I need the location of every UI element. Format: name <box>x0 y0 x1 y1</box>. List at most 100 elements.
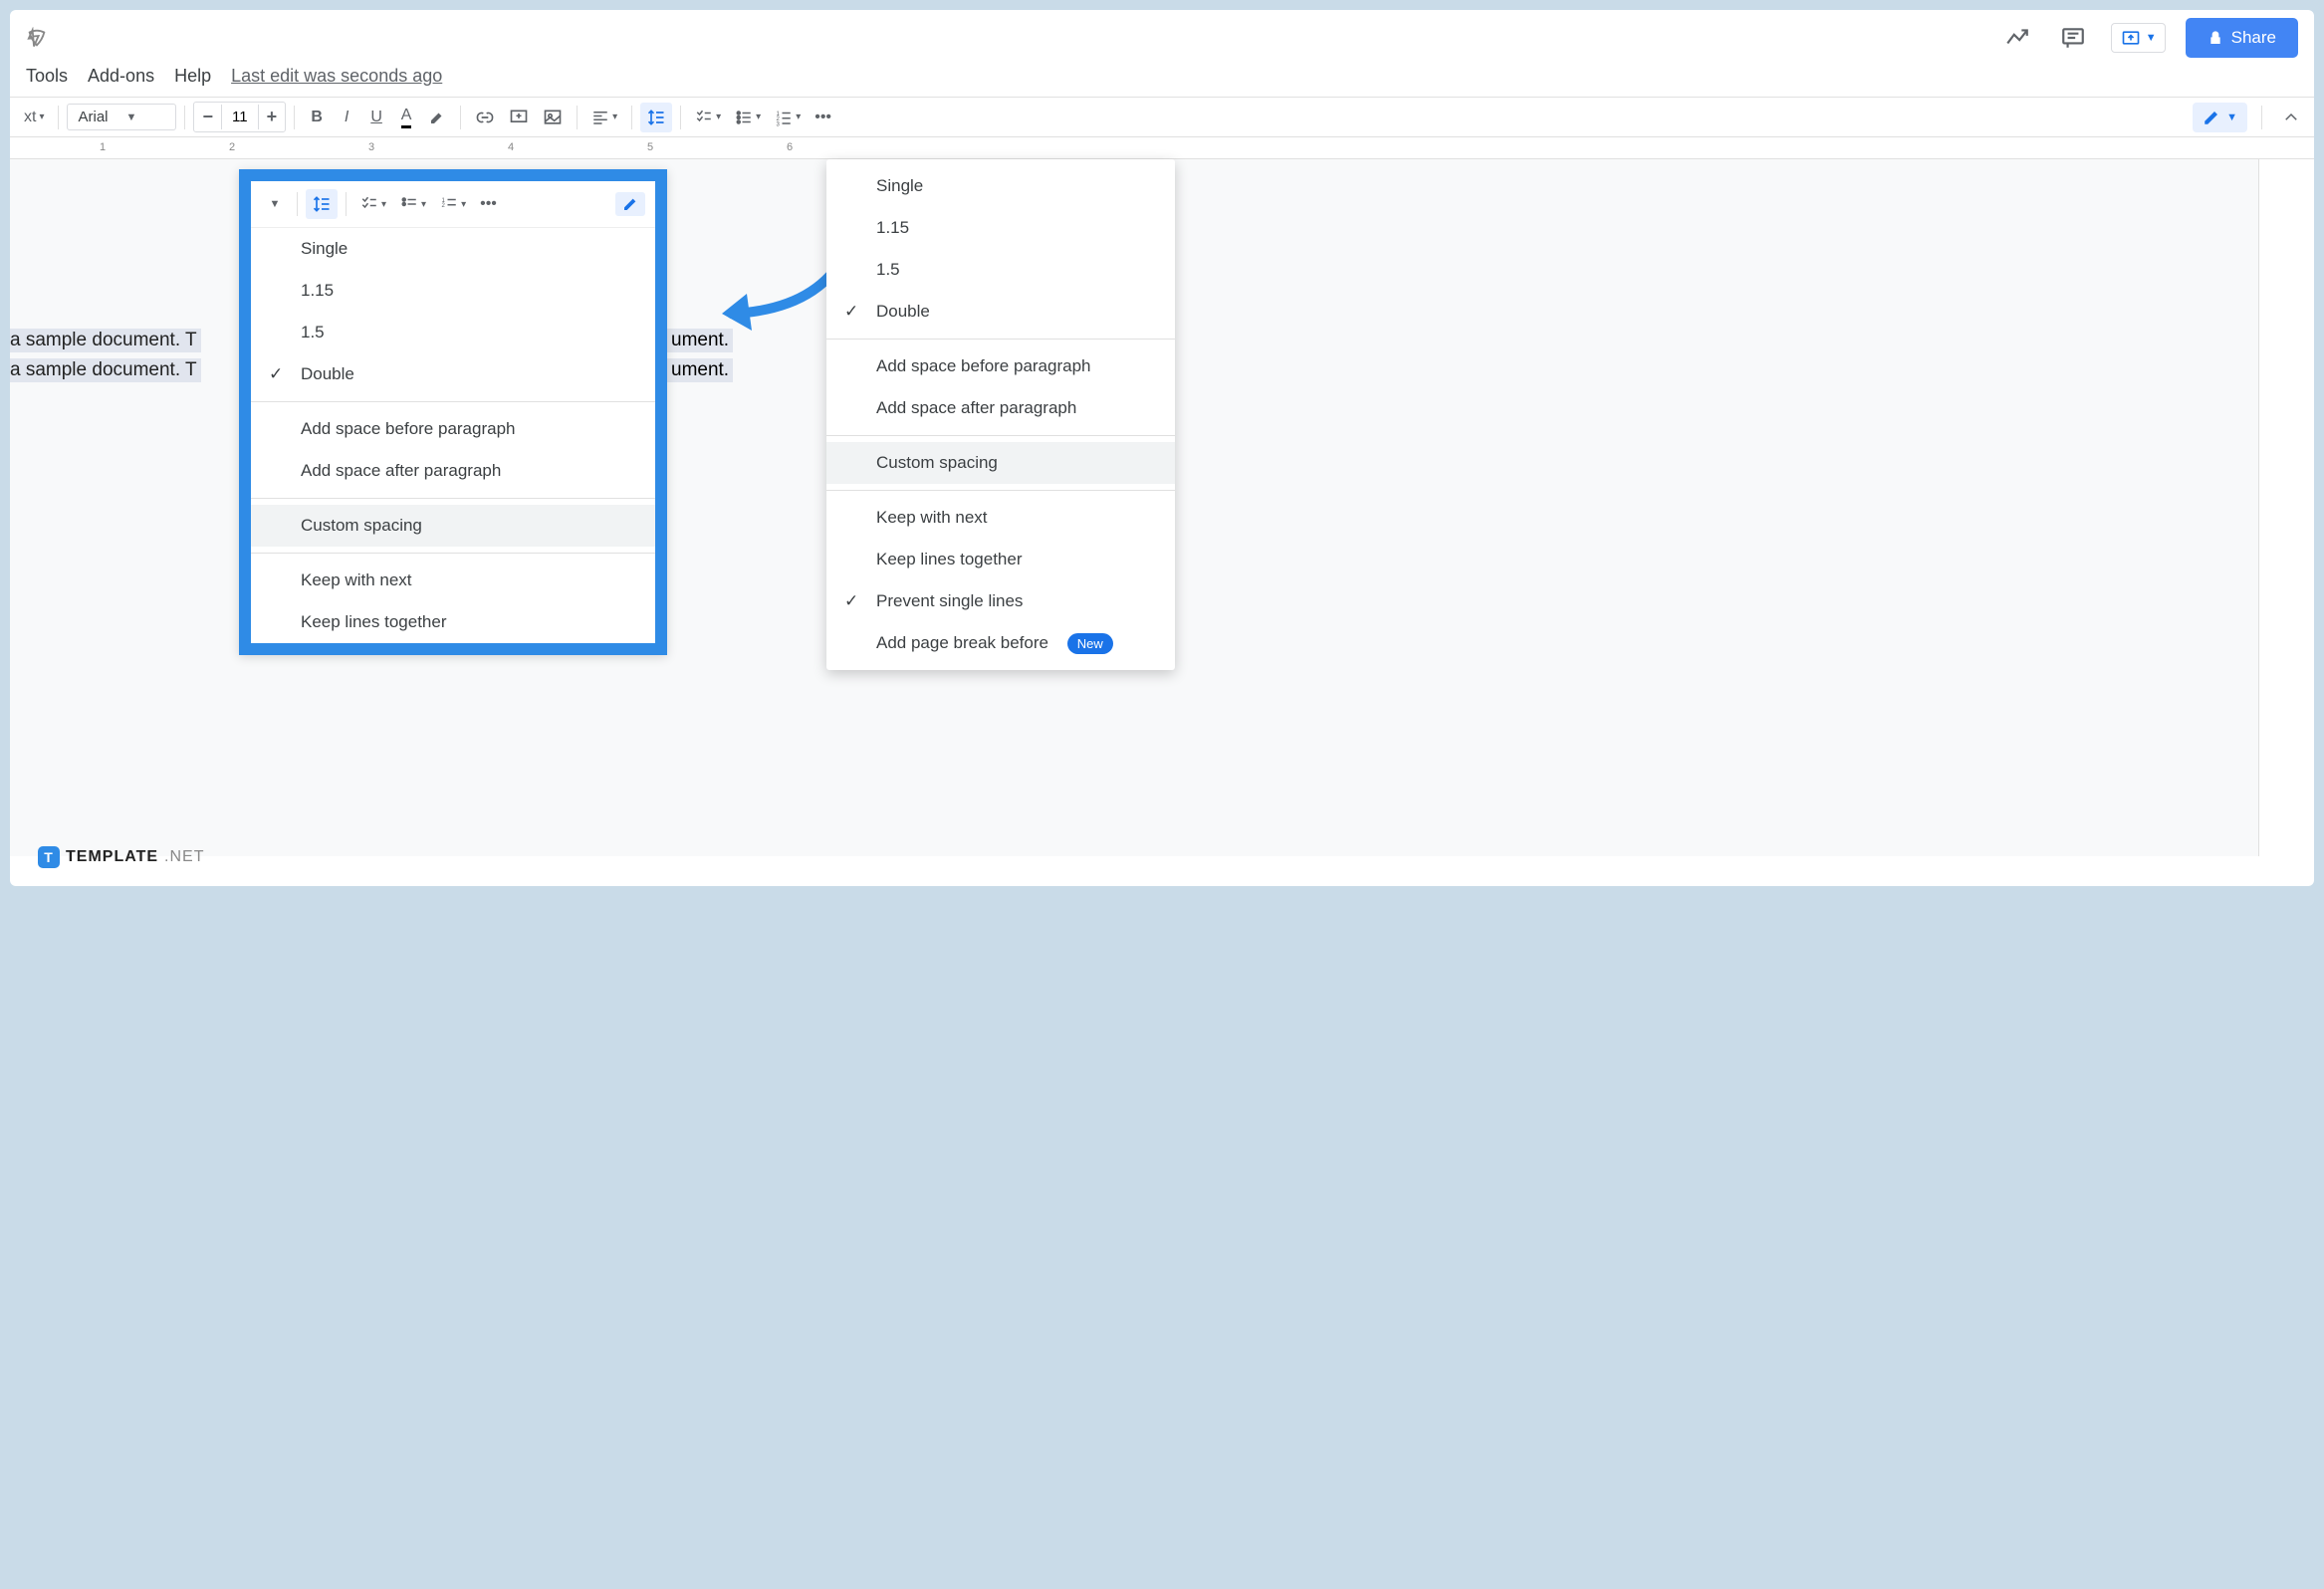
separator <box>346 192 347 216</box>
font-size-box: − 11 + <box>193 102 286 132</box>
svg-text:3: 3 <box>777 121 781 126</box>
insert-comment-button[interactable] <box>503 103 535 132</box>
ruler-tick: 4 <box>508 141 514 153</box>
menu-item-double[interactable]: ✓ Double <box>826 291 1175 333</box>
svg-text:2: 2 <box>442 203 446 209</box>
highlight-button[interactable] <box>422 103 452 132</box>
side-panel <box>2258 159 2314 856</box>
ruler-tick: 2 <box>229 141 235 153</box>
menu-item-label: Double <box>301 364 354 383</box>
callout-toolbar: ▼ 12 ••• <box>251 181 655 228</box>
menu-item-space-before[interactable]: Add space before paragraph <box>251 408 655 450</box>
menu-item-15[interactable]: 1.5 <box>251 312 655 353</box>
separator <box>184 106 185 129</box>
dropdown-caret-icon[interactable]: ▼ <box>261 189 289 219</box>
watermark-net: .NET <box>164 848 204 866</box>
edit-icon[interactable] <box>615 192 645 216</box>
menu-item-keep-next[interactable]: Keep with next <box>251 560 655 601</box>
font-size-increase[interactable]: + <box>259 103 286 131</box>
menu-item-keep-lines[interactable]: Keep lines together <box>826 539 1175 580</box>
share-label: Share <box>2231 28 2276 48</box>
app-frame: ▼ Share Tools Add-ons Help Last edit was… <box>10 10 2314 886</box>
watermark-brand: TEMPLATE <box>66 848 158 866</box>
editing-mode-button[interactable]: ▼ <box>2193 103 2247 132</box>
menu-item-space-after[interactable]: Add space after paragraph <box>826 387 1175 429</box>
menu-divider <box>826 339 1175 340</box>
menu-divider <box>251 553 655 554</box>
document-canvas: a sample document. T a sample document. … <box>10 159 2314 856</box>
bullet-list-button[interactable] <box>394 189 432 219</box>
share-button[interactable]: Share <box>2186 18 2298 58</box>
menubar: Tools Add-ons Help Last edit was seconds… <box>10 66 2314 97</box>
text-line[interactable]: a sample document. T <box>10 358 201 382</box>
numbered-list-button[interactable]: 123 <box>769 103 807 132</box>
font-select[interactable]: Arial ▼ <box>67 104 176 130</box>
ruler: 1 2 3 4 5 6 <box>10 137 2314 159</box>
font-size-decrease[interactable]: − <box>194 103 221 131</box>
italic-button[interactable]: I <box>333 103 360 132</box>
menu-item-label: Prevent single lines <box>876 591 1023 610</box>
align-button[interactable] <box>585 103 623 132</box>
text-line[interactable]: ument. <box>667 358 733 382</box>
menu-help[interactable]: Help <box>174 66 211 87</box>
menu-addons[interactable]: Add-ons <box>88 66 154 87</box>
menu-divider <box>826 435 1175 436</box>
ruler-tick: 5 <box>647 141 653 153</box>
paragraph-style-select[interactable]: xt <box>18 103 50 132</box>
separator <box>294 106 295 129</box>
menu-item-single[interactable]: Single <box>826 165 1175 207</box>
menu-item-115[interactable]: 1.15 <box>826 207 1175 249</box>
menu-item-page-break[interactable]: Add page break before New <box>826 622 1175 664</box>
checklist-button[interactable] <box>689 103 727 132</box>
numbered-list-button[interactable]: 12 <box>434 189 472 219</box>
toolbar: xt Arial ▼ − 11 + B I U A <box>10 97 2314 137</box>
bold-button[interactable]: B <box>303 103 331 132</box>
menu-divider <box>826 490 1175 491</box>
activity-icon[interactable] <box>1999 20 2035 56</box>
menu-item-keep-lines[interactable]: Keep lines together <box>251 601 655 643</box>
comments-icon[interactable] <box>2055 20 2091 56</box>
insert-link-button[interactable] <box>469 103 501 132</box>
menu-item-single[interactable]: Single <box>251 228 655 270</box>
present-button[interactable]: ▼ <box>2111 23 2166 53</box>
menu-item-prevent-single[interactable]: ✓ Prevent single lines <box>826 580 1175 622</box>
separator <box>460 106 461 129</box>
line-spacing-button[interactable] <box>640 103 672 132</box>
separator <box>297 192 298 216</box>
menu-item-keep-next[interactable]: Keep with next <box>826 497 1175 539</box>
menu-item-double[interactable]: ✓ Double <box>251 353 655 395</box>
check-icon: ✓ <box>269 364 283 384</box>
insert-image-button[interactable] <box>537 103 569 132</box>
more-button[interactable]: ••• <box>474 189 503 219</box>
menu-item-space-before[interactable]: Add space before paragraph <box>826 345 1175 387</box>
ruler-tick: 6 <box>787 141 793 153</box>
callout-line-spacing-menu: Single 1.15 1.5 ✓ Double Add space befor… <box>251 228 655 643</box>
menu-item-custom-spacing[interactable]: Custom spacing <box>826 442 1175 484</box>
document-text: a sample document. T a sample document. … <box>10 329 201 388</box>
line-spacing-button[interactable] <box>306 189 338 219</box>
collapse-button[interactable] <box>2276 103 2306 132</box>
bullet-list-button[interactable] <box>729 103 767 132</box>
last-edit-link[interactable]: Last edit was seconds ago <box>231 66 442 87</box>
ruler-tick: 1 <box>100 141 106 153</box>
check-icon: ✓ <box>844 591 858 611</box>
more-button[interactable]: ••• <box>809 103 837 132</box>
menu-tools[interactable]: Tools <box>26 66 68 87</box>
header: ▼ Share <box>10 10 2314 66</box>
underline-button[interactable]: U <box>362 103 390 132</box>
text-color-button[interactable]: A <box>392 103 420 132</box>
separator <box>577 106 578 129</box>
menu-item-space-after[interactable]: Add space after paragraph <box>251 450 655 492</box>
text-line[interactable]: a sample document. T <box>10 329 201 352</box>
menu-item-custom-spacing[interactable]: Custom spacing <box>251 505 655 547</box>
separator <box>58 106 59 129</box>
checklist-button[interactable] <box>354 189 392 219</box>
menu-item-115[interactable]: 1.15 <box>251 270 655 312</box>
font-size-value[interactable]: 11 <box>221 105 259 129</box>
menu-item-label: Double <box>876 302 930 321</box>
separator <box>680 106 681 129</box>
font-name-label: Arial <box>78 109 108 125</box>
callout-inset: ▼ 12 ••• <box>239 169 667 655</box>
menu-item-15[interactable]: 1.5 <box>826 249 1175 291</box>
ruler-tick: 3 <box>368 141 374 153</box>
